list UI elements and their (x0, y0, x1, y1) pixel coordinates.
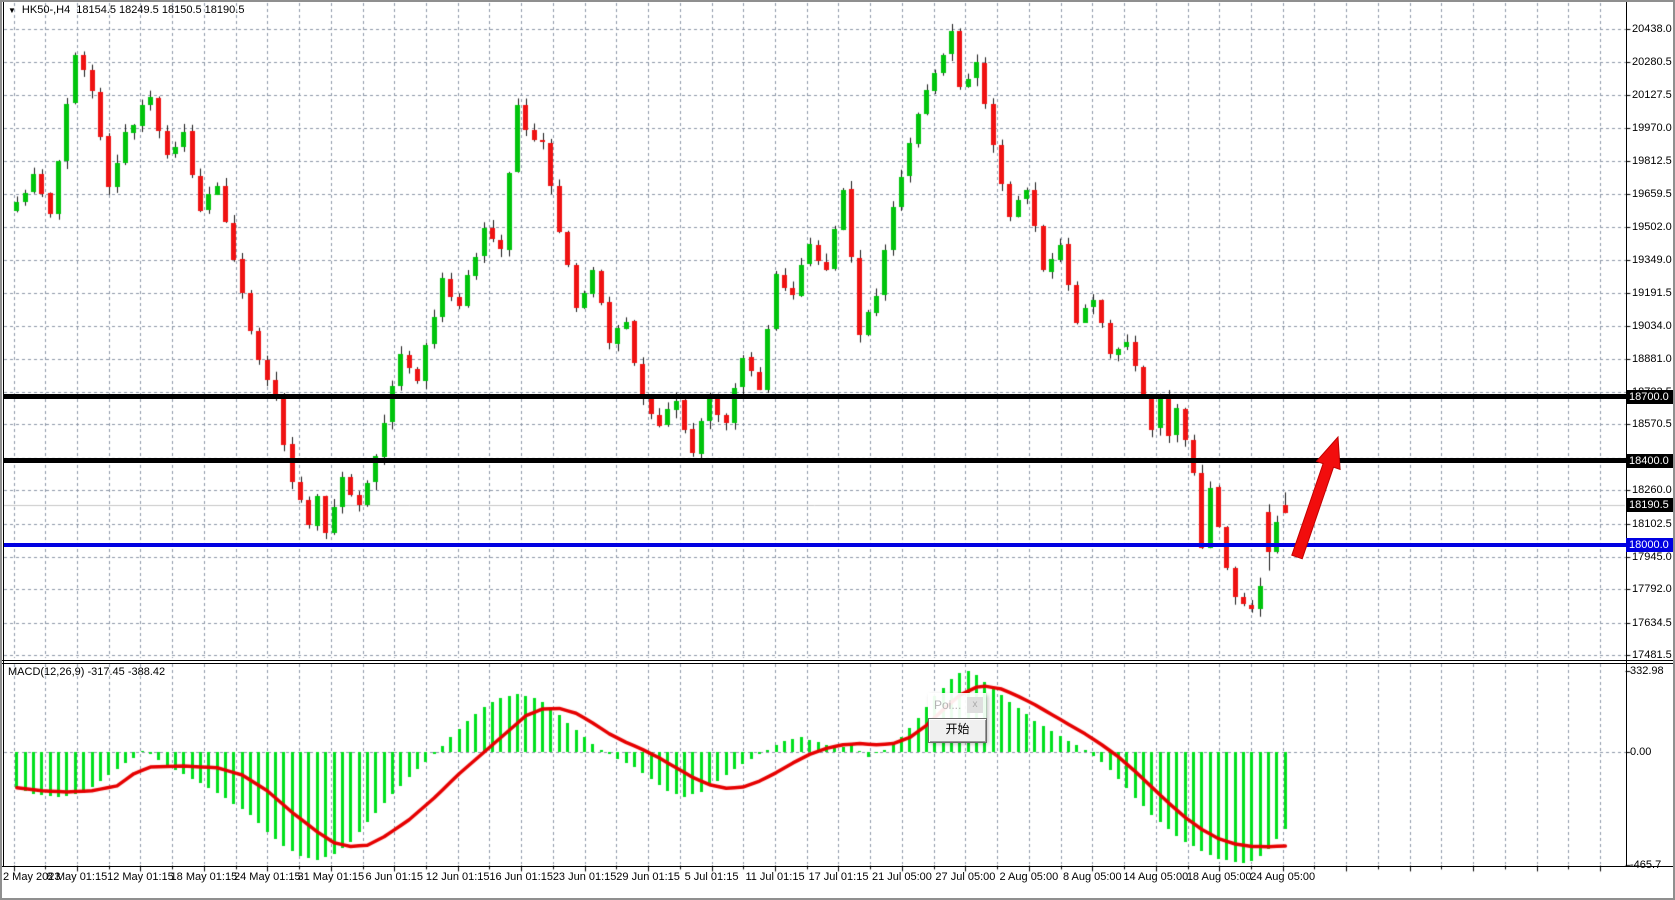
support-line-18000[interactable] (4, 543, 1626, 547)
popup-titlebar[interactable]: Poi... x (928, 693, 986, 718)
price-tick-label: 19970.0 (1632, 122, 1672, 134)
time-axis-label: 5 Jul 01:15 (685, 871, 739, 883)
time-axis-label: 18 May 01:15 (171, 871, 238, 883)
price-badge-18400.0: 18400.0 (1626, 454, 1673, 468)
chart-symbol-info: ▼ HK50-,H4 18154.5 18249.5 18150.5 18190… (8, 4, 244, 16)
time-axis-label: 6 Jun 01:15 (366, 871, 424, 883)
symbol-dropdown-icon[interactable]: ▼ (8, 5, 16, 16)
time-axis-label: 12 Jun 01:15 (426, 871, 490, 883)
time-axis-label: 8 Aug 05:00 (1063, 871, 1122, 883)
price-badge-18190.5: 18190.5 (1626, 498, 1673, 512)
popup-close-button[interactable]: x (967, 697, 983, 713)
time-axis-label: 31 May 01:15 (297, 871, 364, 883)
resistance-line-18700[interactable] (4, 394, 1626, 399)
resistance-line-18400[interactable] (4, 458, 1626, 463)
macd-tick-label: -465.7 (1630, 859, 1661, 871)
indicator-popup: Poi... x 开始 (928, 693, 986, 742)
up-arrow-shape[interactable] (1292, 437, 1340, 559)
time-axis-label: 29 Jun 01:15 (616, 871, 680, 883)
time-axis-label: 24 Aug 05:00 (1250, 871, 1315, 883)
time-axis-label: 16 Jun 01:15 (489, 871, 553, 883)
price-tick-label: 17792.0 (1632, 583, 1672, 595)
price-tick-label: 19034.0 (1632, 320, 1672, 332)
time-axis-label: 12 May 01:15 (107, 871, 174, 883)
price-axis-border (1626, 2, 1627, 866)
price-tick-label: 19349.0 (1632, 254, 1672, 266)
price-tick-label: 20438.0 (1632, 23, 1672, 35)
price-tick-label: 19502.0 (1632, 221, 1672, 233)
time-axis-label: 17 Jul 01:15 (809, 871, 869, 883)
chart-canvas[interactable] (0, 0, 1675, 900)
symbol-timeframe: HK50-,H4 (22, 4, 70, 16)
up-arrow-annotation[interactable] (1288, 426, 1348, 566)
price-tick-label: 17945.0 (1632, 551, 1672, 563)
time-axis-label: 24 May 01:15 (234, 871, 301, 883)
pane-separator-top[interactable] (2, 660, 1673, 661)
pane-separator-bottom[interactable] (2, 663, 1673, 664)
price-tick-label: 18102.5 (1632, 518, 1672, 530)
price-tick-label: 19191.5 (1632, 287, 1672, 299)
time-axis-label: 2 Aug 05:00 (999, 871, 1058, 883)
price-tick-label: 20127.5 (1632, 89, 1672, 101)
macd-tick-label: 332.98 (1630, 665, 1664, 677)
price-tick-label: 18260.0 (1632, 484, 1672, 496)
macd-indicator-label: MACD(12,26,9) -317.45 -388.42 (8, 666, 165, 678)
time-axis-label: 18 Aug 05:00 (1187, 871, 1252, 883)
time-axis-label: 14 Aug 05:00 (1123, 871, 1188, 883)
mt4-chart-window: ▼ HK50-,H4 18154.5 18249.5 18150.5 18190… (0, 0, 1675, 900)
price-tick-label: 19812.5 (1632, 155, 1672, 167)
price-badge-18700.0: 18700.0 (1626, 390, 1673, 404)
price-badge-18000.0: 18000.0 (1626, 538, 1673, 552)
price-tick-label: 18881.0 (1632, 353, 1672, 365)
time-axis-label: 23 Jun 01:15 (553, 871, 617, 883)
chart-left-border (3, 2, 4, 866)
macd-tick-label: 0.00 (1630, 746, 1651, 758)
popup-title: Poi... (934, 698, 961, 712)
ohlc-values: 18154.5 18249.5 18150.5 18190.5 (76, 4, 244, 16)
popup-start-button[interactable]: 开始 (928, 718, 987, 743)
time-axis-border (2, 866, 1673, 867)
price-tick-label: 20280.5 (1632, 56, 1672, 68)
price-tick-label: 18570.5 (1632, 418, 1672, 430)
time-axis-label: 21 Jul 05:00 (872, 871, 932, 883)
time-axis-label: 11 Jul 01:15 (745, 871, 804, 883)
time-axis-label: 27 Jul 05:00 (935, 871, 995, 883)
price-tick-label: 17634.5 (1632, 617, 1672, 629)
time-axis-label: 8 May 01:15 (47, 871, 108, 883)
price-tick-label: 19659.5 (1632, 188, 1672, 200)
